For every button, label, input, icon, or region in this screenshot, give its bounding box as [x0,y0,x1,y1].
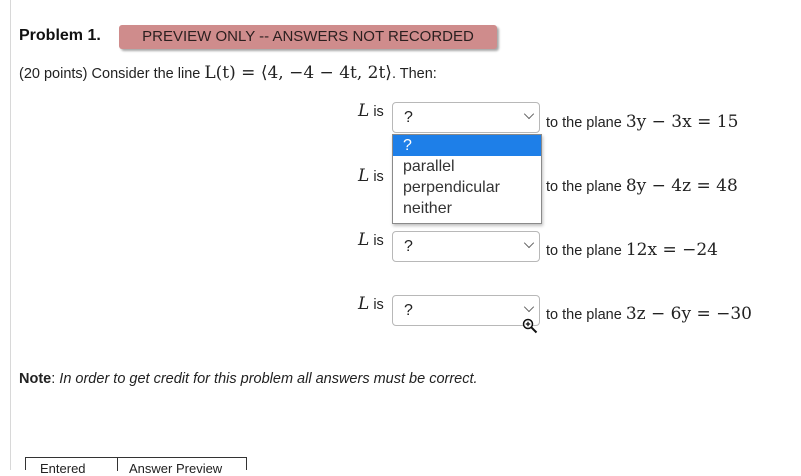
select-value: ? [404,238,413,255]
relation-dropdown-list[interactable]: ? parallel perpendicular neither [392,134,542,224]
dropdown-option[interactable]: ? [393,135,541,156]
plane-prefix: to the plane [546,179,626,195]
plane-prefix: to the plane [546,115,626,131]
entered-header: Entered [40,461,86,476]
note-text: In order to get credit for this problem … [59,371,478,387]
answer-preview-header: Answer Preview [129,461,223,476]
note: Note: In order to get credit for this pr… [19,371,478,387]
is-text: is [369,104,384,120]
answer-table-header: Entered Answer Preview [25,457,247,476]
note-label: Note [19,371,52,387]
header-divider [117,458,118,471]
zoom-in-icon [522,318,538,334]
row-label-2: L is [358,166,384,186]
plane-equation: 8y − 4z = 48 [625,176,738,196]
plane-equation: 12x = −24 [625,240,718,260]
row-label-4: L is [358,294,384,314]
plane-text-2: to the plane 8y − 4z = 48 [546,176,738,196]
statement-end: . Then: [391,66,437,82]
problem-title: Problem 1. [19,27,101,44]
relation-select-1[interactable]: ? [392,102,540,133]
dropdown-option[interactable]: perpendicular [393,177,541,198]
chevron-down-icon [523,301,535,313]
select-value: ? [404,109,413,126]
plane-prefix: to the plane [546,243,626,259]
plane-prefix: to the plane [546,307,626,323]
is-text: is [369,233,384,249]
preview-badge: PREVIEW ONLY -- ANSWERS NOT RECORDED [119,25,497,49]
plane-equation: 3y − 3x = 15 [625,112,739,132]
is-text: is [369,297,384,313]
line-var: L [358,294,370,314]
row-label-1: L is [358,101,384,121]
relation-select-4[interactable]: ? [392,295,540,326]
row-label-3: L is [358,230,384,250]
dropdown-option[interactable]: parallel [393,156,541,177]
plane-text-4: to the plane 3z − 6y = −30 [546,304,752,324]
line-var: L [358,166,370,186]
dropdown-option[interactable]: neither [393,198,541,219]
chevron-down-icon [523,237,535,249]
chevron-down-icon [523,108,535,120]
line-var: L [358,101,370,121]
relation-select-3[interactable]: ? [392,231,540,262]
plane-equation: 3z − 6y = −30 [625,304,752,324]
plane-text-1: to the plane 3y − 3x = 15 [546,112,738,132]
is-text: is [369,169,384,185]
plane-text-3: to the plane 12x = −24 [546,240,718,260]
line-expression: L(t) = ⟨4, −4 − 4t, 2t⟩ [204,63,392,83]
line-var: L [358,230,370,250]
problem-statement: (20 points) Consider the line L(t) = ⟨4,… [19,63,437,83]
statement-intro: (20 points) Consider the line [19,66,205,82]
select-value: ? [404,302,413,319]
